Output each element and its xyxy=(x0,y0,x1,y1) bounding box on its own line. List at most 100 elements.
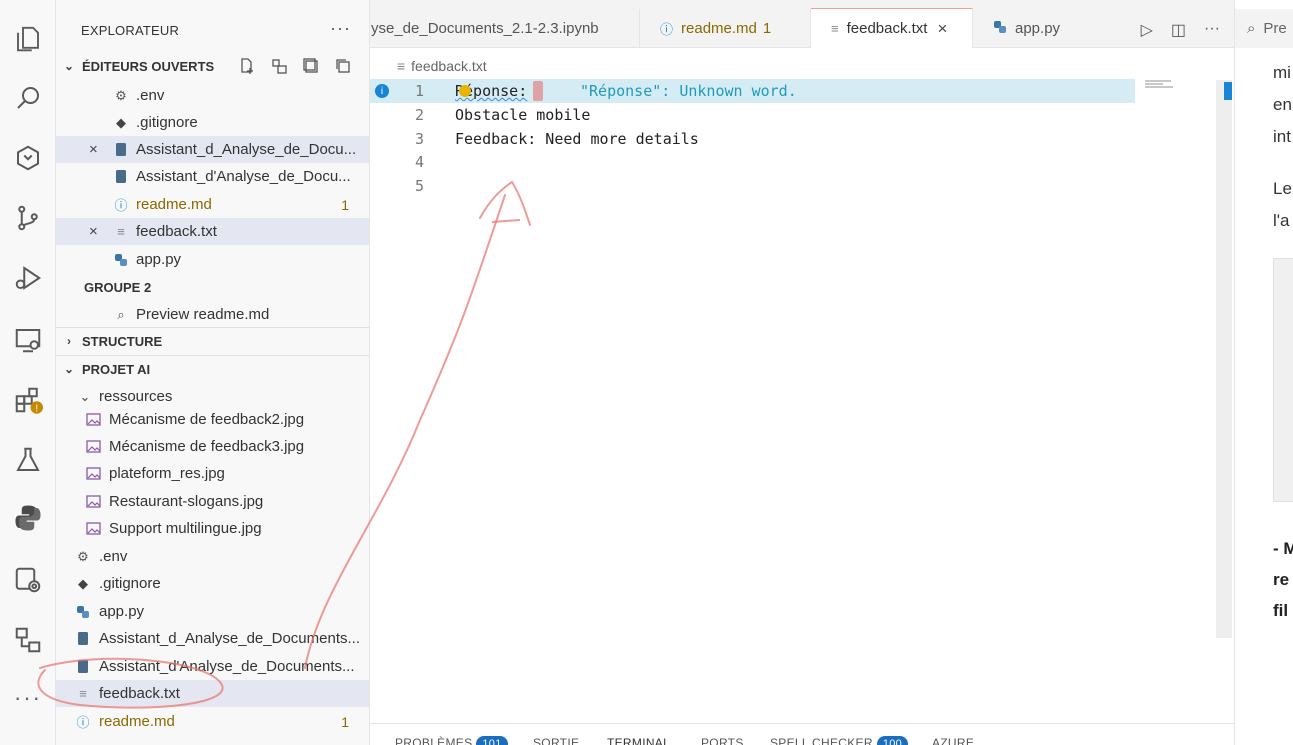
extensions-icon[interactable]: ! xyxy=(0,380,56,420)
split-editor-icon[interactable]: ◫ xyxy=(1171,20,1186,40)
lightbulb-icon[interactable] xyxy=(459,85,471,97)
run-debug-icon[interactable] xyxy=(0,258,56,298)
text-file-icon: ≡ xyxy=(117,224,125,239)
problem-count-badge: 1 xyxy=(341,713,349,730)
open-editors-header[interactable]: ⌄ ÉDITEURS OUVERTS xyxy=(56,53,369,79)
new-file-icon[interactable] xyxy=(238,57,256,75)
tab-notebook[interactable]: yse_de_Documents_2.1-2.3.ipynb xyxy=(370,9,640,48)
open-editor-gitignore[interactable]: ◆ .gitignore xyxy=(56,109,369,136)
flask-icon[interactable] xyxy=(0,440,56,480)
file-notebook-2[interactable]: Assistant_d'Analyse_de_Documents... xyxy=(56,653,369,680)
minimap[interactable] xyxy=(1145,80,1175,90)
python-icon xyxy=(993,20,1007,37)
editor-line[interactable]: 4 xyxy=(370,150,1135,174)
info-icon: ⓘ xyxy=(660,22,674,37)
notebook-icon xyxy=(112,168,130,186)
code-editor[interactable]: i 1 Réponse: "Réponse": Unknown word. 2 … xyxy=(370,78,1234,723)
file-readme[interactable]: ⓘ readme.md 1 xyxy=(56,708,369,735)
file-image-5[interactable]: Support multilingue.jpg xyxy=(56,515,369,542)
preview-text: Le xyxy=(1273,179,1292,198)
text-file-icon: ≡ xyxy=(397,58,406,74)
run-icon[interactable]: ▷ xyxy=(1141,20,1153,40)
tab-preview[interactable]: ⌕ Pre xyxy=(1235,9,1293,48)
notebook-icon xyxy=(74,630,92,648)
open-editor-app[interactable]: app.py xyxy=(56,246,369,273)
image-icon xyxy=(84,493,102,511)
close-all-icon[interactable] xyxy=(334,57,352,75)
python-icon xyxy=(112,251,130,269)
editor-line[interactable]: i 1 Réponse: "Réponse": Unknown word. xyxy=(370,79,1135,103)
tab-spell-checker[interactable]: SPELL CHECKER 100 xyxy=(770,736,909,745)
gear-icon: ⚙ xyxy=(115,87,127,103)
file-image-2[interactable]: Mécanisme de feedback3.jpg xyxy=(56,433,369,460)
remote-explorer-icon[interactable] xyxy=(0,320,56,360)
spell-checker-badge: 100 xyxy=(876,736,909,745)
text-file-icon: ≡ xyxy=(79,686,87,701)
breadcrumb-file[interactable]: feedback.txt xyxy=(411,58,487,74)
chevron-down-icon: ⌄ xyxy=(79,388,91,404)
info-icon: ⓘ xyxy=(76,715,90,730)
markdown-preview-pane: ⌕ Pre mi en int Le l'a - M re fil xyxy=(1234,0,1293,745)
preview-text: mi xyxy=(1273,63,1291,82)
preview-bold-text: fil xyxy=(1273,601,1289,620)
file-env[interactable]: ⚙ .env xyxy=(56,543,369,570)
tab-terminal[interactable]: TERMINAL xyxy=(607,736,670,745)
preview-bold-text: re xyxy=(1273,570,1290,589)
gear-icon: ⚙ xyxy=(77,548,89,564)
file-notebook-1[interactable]: Assistant_d_Analyse_de_Documents... xyxy=(56,625,369,652)
open-editor-preview-readme[interactable]: ⌕ Preview readme.md xyxy=(56,301,369,328)
more-actions-icon[interactable]: ··· xyxy=(1204,20,1220,40)
files-icon[interactable] xyxy=(0,19,56,59)
git-icon: ◆ xyxy=(116,114,126,130)
tab-output[interactable]: SORTIE xyxy=(533,736,579,745)
editor-line[interactable]: 2 Obstacle mobile xyxy=(370,103,1135,127)
scroll-marker xyxy=(1224,82,1232,100)
file-image-1[interactable]: Mécanisme de feedback2.jpg xyxy=(56,406,369,433)
open-editor-readme[interactable]: ⓘ readme.md 1 xyxy=(56,191,369,218)
tab-app-py[interactable]: app.py xyxy=(973,9,1123,48)
tab-problems[interactable]: PROBLÈMES 101 xyxy=(395,736,508,745)
file-app-py[interactable]: app.py xyxy=(56,598,369,625)
search-icon[interactable] xyxy=(0,78,56,118)
git-icon: ◆ xyxy=(78,575,88,591)
close-icon[interactable]: × xyxy=(89,141,98,158)
problems-badge: 101 xyxy=(476,736,508,745)
tab-readme[interactable]: ⓘ readme.md 1 xyxy=(640,9,811,48)
close-icon[interactable]: × xyxy=(937,19,947,39)
project-header[interactable]: ⌄ PROJET AI xyxy=(56,356,369,382)
sidebar-title: EXPLORATEUR xyxy=(81,23,180,38)
open-editor-feedback[interactable]: × ≡ feedback.txt xyxy=(56,218,369,245)
chevron-right-icon: › xyxy=(67,334,71,348)
info-icon[interactable]: i xyxy=(375,84,389,98)
close-icon[interactable]: × xyxy=(89,223,98,240)
editor-line[interactable]: 3 Feedback: Need more details xyxy=(370,127,1135,151)
editor-line[interactable]: 5 xyxy=(370,174,1135,198)
source-control-icon[interactable] xyxy=(0,198,56,238)
tab-azure[interactable]: AZURE xyxy=(932,736,974,745)
file-image-3[interactable]: plateform_res.jpg xyxy=(56,460,369,487)
copilot-gear-icon[interactable] xyxy=(0,560,56,600)
tab-feedback[interactable]: ≡ feedback.txt × xyxy=(811,8,973,48)
git-lens-icon[interactable] xyxy=(0,138,56,178)
editor-actions: ▷ ◫ ··· xyxy=(1141,20,1220,40)
explorer-sidebar: EXPLORATEUR ··· ⌄ ÉDITEURS OUVERTS ⚙ .en… xyxy=(56,0,370,745)
open-editor-notebook-1[interactable]: × Assistant_d_Analyse_de_Docu... xyxy=(56,136,369,163)
ellipsis-icon[interactable]: ··· xyxy=(0,678,56,718)
file-feedback[interactable]: ≡ feedback.txt xyxy=(56,680,369,707)
notebook-icon xyxy=(112,141,130,159)
open-editor-env[interactable]: ⚙ .env xyxy=(56,82,369,109)
file-gitignore[interactable]: ◆ .gitignore xyxy=(56,570,369,597)
structure-header[interactable]: › STRUCTURE xyxy=(56,328,369,354)
python-icon[interactable] xyxy=(0,498,56,538)
info-icon: ⓘ xyxy=(114,198,128,213)
toggle-vertical-icon[interactable] xyxy=(270,57,288,75)
tab-ports[interactable]: PORTS xyxy=(701,736,744,745)
preview-bold-text: - M xyxy=(1273,539,1293,558)
open-editor-notebook-2[interactable]: Assistant_d'Analyse_de_Docu... xyxy=(56,163,369,190)
workflow-icon[interactable] xyxy=(0,620,56,660)
file-image-4[interactable]: Restaurant-slogans.jpg xyxy=(56,488,369,515)
activity-bar: ! ··· xyxy=(0,0,56,745)
sidebar-more-button[interactable]: ··· xyxy=(330,18,351,39)
vertical-scrollbar[interactable] xyxy=(1216,80,1232,638)
save-all-icon[interactable] xyxy=(302,57,320,75)
